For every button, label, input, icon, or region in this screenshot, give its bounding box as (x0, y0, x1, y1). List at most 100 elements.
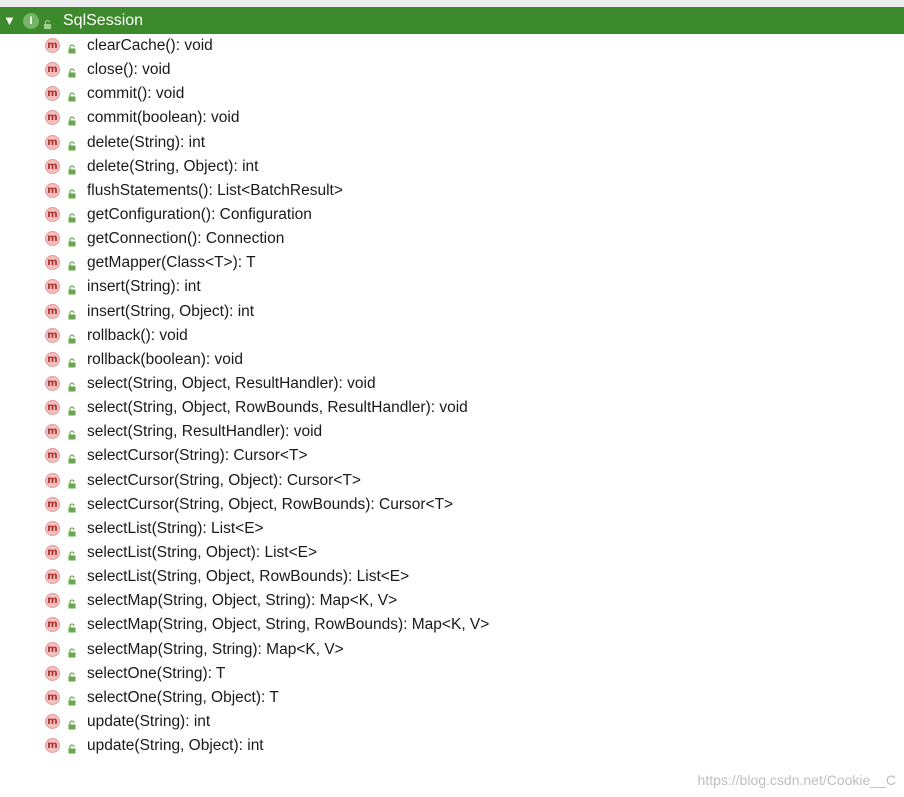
interface-icon-letter: I (29, 14, 33, 27)
method-signature: delete(String): int (87, 133, 206, 151)
member-row[interactable]: m getConfiguration(): Configuration (0, 203, 904, 227)
member-row[interactable]: m selectCursor(String): Cursor<T> (0, 444, 904, 468)
member-row[interactable]: m selectMap(String, String): Map<K, V> (0, 638, 904, 662)
method-signature: selectOne(String): T (87, 664, 226, 682)
member-row[interactable]: m selectCursor(String, Object, RowBounds)… (0, 493, 904, 517)
public-access-icon (67, 572, 77, 585)
public-access-icon (67, 41, 77, 54)
method-signature: getMapper(Class<T>): T (87, 254, 256, 272)
member-row[interactable]: m getMapper(Class<T>): T (0, 251, 904, 275)
method-signature: insert(String): int (87, 278, 201, 296)
method-icon: m (45, 665, 60, 681)
member-row[interactable]: m flushStatements(): List<BatchResult> (0, 179, 904, 203)
method-signature: select(String, Object, RowBounds, Result… (87, 399, 468, 417)
method-icon: m (45, 593, 60, 609)
method-icon: m (45, 303, 60, 319)
method-signature: close(): void (87, 61, 171, 79)
method-signature: select(String, Object, ResultHandler): v… (87, 374, 376, 392)
method-signature: flushStatements(): List<BatchResult> (87, 181, 343, 199)
member-row[interactable]: m insert(String, Object): int (0, 300, 904, 324)
public-access-icon (67, 379, 77, 392)
member-row[interactable]: m select(String, ResultHandler): void (0, 420, 904, 444)
public-access-icon (67, 500, 77, 513)
public-access-icon (43, 16, 52, 29)
member-row[interactable]: m commit(boolean): void (0, 106, 904, 130)
member-row[interactable]: m select(String, Object, RowBounds, Resul… (0, 396, 904, 420)
member-row[interactable]: m selectMap(String, Object, String): Map<… (0, 589, 904, 613)
method-signature: selectList(String, Object, RowBounds): L… (87, 568, 410, 586)
public-access-icon (67, 548, 77, 561)
method-icon: m (45, 617, 60, 633)
method-signature: selectMap(String, Object, String): Map<K… (87, 592, 398, 610)
public-access-icon (67, 138, 77, 151)
public-access-icon (67, 451, 77, 464)
member-list: m clearCache(): void m close(): void m commit… (0, 34, 904, 758)
method-icon: m (45, 206, 60, 222)
method-icon: m (45, 689, 60, 705)
method-signature: getConnection(): Connection (87, 230, 285, 248)
member-row[interactable]: m selectOne(String, Object): T (0, 686, 904, 710)
member-row[interactable]: m selectList(String): List<E> (0, 517, 904, 541)
public-access-icon (67, 258, 77, 271)
member-row[interactable]: m selectList(String, Object): List<E> (0, 541, 904, 565)
member-row[interactable]: m delete(String): int (0, 131, 904, 155)
method-icon: m (45, 38, 60, 53)
method-signature: selectCursor(String): Cursor<T> (87, 447, 308, 465)
interface-icon: I (23, 12, 39, 29)
public-access-icon (67, 186, 77, 199)
public-access-icon (67, 476, 77, 489)
method-signature: selectList(String): List<E> (87, 519, 264, 537)
method-icon: m (45, 472, 60, 488)
method-icon: m (45, 231, 60, 247)
public-access-icon (67, 89, 77, 102)
method-signature: rollback(boolean): void (87, 350, 243, 368)
class-node-sqlsession[interactable]: ▼ I SqlSession (0, 7, 904, 34)
method-icon: m (45, 158, 60, 174)
public-access-icon (67, 355, 77, 368)
public-access-icon (67, 282, 77, 295)
method-signature: selectOne(String, Object): T (87, 688, 279, 706)
method-icon: m (45, 641, 60, 657)
member-row[interactable]: m getConnection(): Connection (0, 227, 904, 251)
method-icon: m (45, 448, 60, 464)
method-signature: update(String): int (87, 712, 211, 730)
method-icon: m (45, 182, 60, 198)
member-row[interactable]: m update(String): int (0, 710, 904, 734)
public-access-icon (67, 524, 77, 537)
method-signature: clearCache(): void (87, 37, 213, 54)
public-access-icon (67, 113, 77, 126)
triangle-down-icon[interactable]: ▼ (3, 7, 19, 34)
method-icon: m (45, 62, 60, 78)
member-row[interactable]: m clearCache(): void (0, 34, 904, 58)
method-icon: m (45, 134, 60, 150)
watermark-text: https://blog.csdn.net/Cookie__C (697, 772, 896, 788)
public-access-icon (67, 65, 77, 78)
member-row[interactable]: m insert(String): int (0, 275, 904, 299)
method-icon: m (45, 569, 60, 585)
method-icon: m (45, 544, 60, 560)
member-row[interactable]: m selectMap(String, Object, String, RowBo… (0, 613, 904, 637)
method-icon: m (45, 713, 60, 729)
member-row[interactable]: m selectOne(String): T (0, 662, 904, 686)
public-access-icon (67, 620, 77, 633)
member-row[interactable]: m delete(String, Object): int (0, 155, 904, 179)
member-row[interactable]: m select(String, Object, ResultHandler): … (0, 372, 904, 396)
method-signature: selectList(String, Object): List<E> (87, 543, 318, 561)
member-row[interactable]: m rollback(boolean): void (0, 348, 904, 372)
method-icon: m (45, 375, 60, 391)
method-signature: getConfiguration(): Configuration (87, 205, 312, 223)
member-row[interactable]: m selectCursor(String, Object): Cursor<T> (0, 469, 904, 493)
public-access-icon (67, 741, 77, 754)
class-title: SqlSession (63, 11, 144, 29)
member-row[interactable]: m commit(): void (0, 82, 904, 106)
window-top-edge (0, 0, 904, 7)
method-signature: delete(String, Object): int (87, 157, 259, 175)
member-row[interactable]: m rollback(): void (0, 324, 904, 348)
member-row[interactable]: m close(): void (0, 58, 904, 82)
method-icon: m (45, 351, 60, 367)
member-row[interactable]: m selectList(String, Object, RowBounds): … (0, 565, 904, 589)
method-icon: m (45, 327, 60, 343)
member-row[interactable]: m update(String, Object): int (0, 734, 904, 758)
public-access-icon (67, 427, 77, 440)
public-access-icon (67, 162, 77, 175)
